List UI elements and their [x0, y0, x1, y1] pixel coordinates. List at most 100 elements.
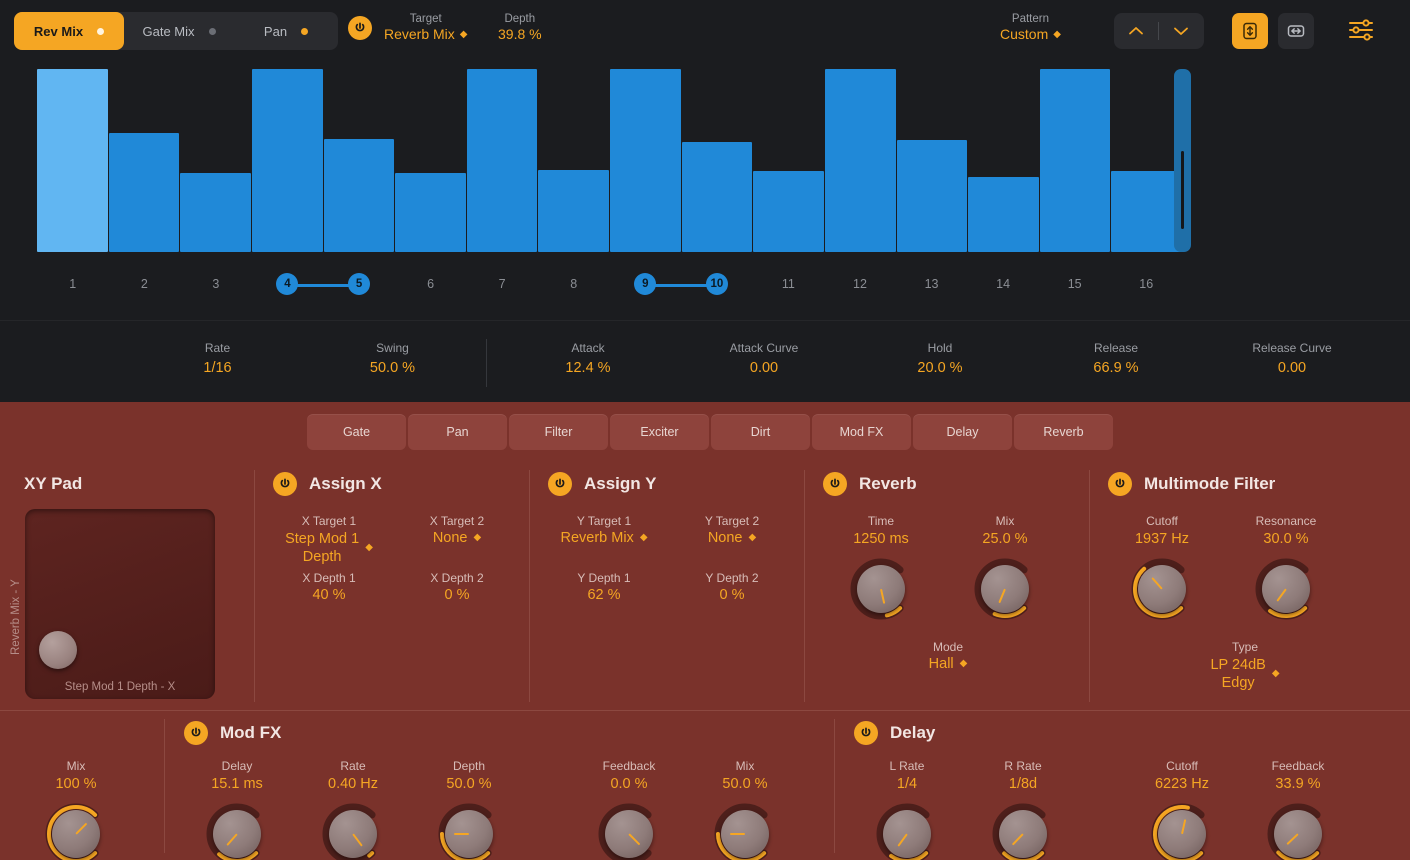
step-bar-1[interactable] [37, 69, 108, 252]
mod-fx-depth-knob[interactable] [436, 801, 502, 860]
pattern-previous-button[interactable] [1114, 13, 1158, 49]
y-depth-2-field[interactable]: Y Depth 2 0 % [672, 571, 792, 603]
step-bar-16[interactable] [1111, 171, 1182, 252]
y-target-2-selector[interactable]: Y Target 2 None ◆ [672, 514, 792, 546]
target-selector[interactable]: Target Reverb Mix ◆ [384, 12, 468, 44]
filter-type-value[interactable]: LP 24dB Edgy ◆ [1210, 656, 1279, 692]
y-target-1-selector[interactable]: Y Target 1 Reverb Mix ◆ [544, 514, 664, 546]
pattern-value[interactable]: Custom ◆ [1000, 26, 1061, 44]
step-tie-node-9[interactable]: 9 [634, 273, 657, 295]
xy-pad-handle[interactable] [39, 631, 77, 669]
reverb-mode-selector[interactable]: Mode Hall ◆ [883, 640, 1013, 672]
mod-fx-delay-knob[interactable] [204, 801, 270, 860]
step-bar-5[interactable] [323, 138, 395, 252]
step-label-14[interactable]: 14 [967, 267, 1039, 301]
fx-tabs[interactable]: Gate Pan Filter Exciter Dirt Mod FX Delay Rever… [307, 414, 1113, 450]
step-label-11[interactable]: 11 [753, 267, 825, 301]
step-bar-15[interactable] [1039, 69, 1111, 252]
y-target-1-value[interactable]: Reverb Mix ◆ [560, 530, 647, 546]
fx-tab-gate[interactable]: Gate [307, 414, 406, 450]
x-target-1-selector[interactable]: X Target 1 Step Mod 1 Depth ◆ [269, 514, 389, 566]
delay-power-icon[interactable] [854, 721, 878, 745]
sequencer-range-slider-handle[interactable] [1181, 151, 1184, 229]
param-swing[interactable]: Swing 50.0 % [305, 341, 480, 376]
sequencer-range-slider[interactable] [1174, 69, 1191, 252]
target-value[interactable]: Reverb Mix ◆ [384, 26, 468, 44]
step-bar-4[interactable] [251, 69, 323, 252]
target-power-icon[interactable] [348, 15, 372, 40]
param-release-curve[interactable]: Release Curve 0.00 [1204, 341, 1380, 376]
pattern-selector[interactable]: Pattern Custom ◆ [1000, 12, 1061, 44]
resize-vertical-button[interactable] [1232, 13, 1268, 49]
y-target-2-value[interactable]: None ◆ [708, 530, 756, 546]
mod-fx-mix-knob[interactable] [712, 801, 778, 860]
step-tie-node-4[interactable]: 4 [276, 273, 299, 295]
delay-r-rate-knob[interactable] [990, 801, 1056, 860]
step-bar-2[interactable] [108, 133, 180, 252]
assign-x-power-icon[interactable] [273, 472, 297, 496]
param-attack[interactable]: Attack 12.4 % [500, 341, 676, 376]
step-bar-14[interactable] [968, 176, 1039, 252]
fx-tab-exciter[interactable]: Exciter [610, 414, 709, 450]
settings-button[interactable] [1346, 17, 1376, 48]
step-label-6[interactable]: 6 [395, 267, 467, 301]
segment-gate-mix[interactable]: Gate Mix [124, 12, 234, 50]
delay-feedback-knob[interactable] [1265, 801, 1331, 860]
y-depth-1-field[interactable]: Y Depth 1 62 % [544, 571, 664, 603]
step-label-1[interactable]: 1 [37, 267, 109, 301]
step-label-16[interactable]: 16 [1110, 267, 1182, 301]
resize-horizontal-button[interactable] [1278, 13, 1314, 49]
pattern-next-button[interactable] [1159, 13, 1203, 49]
param-rate[interactable]: Rate 1/16 [130, 341, 305, 376]
step-tie-node-5[interactable]: 5 [348, 273, 371, 295]
step-label-8[interactable]: 8 [538, 267, 610, 301]
segment-rev-mix[interactable]: Rev Mix [14, 12, 124, 50]
segment-pan[interactable]: Pan [234, 12, 338, 50]
x-depth-1-field[interactable]: X Depth 1 40 % [269, 571, 389, 603]
step-label-13[interactable]: 13 [896, 267, 968, 301]
x-depth-2-field[interactable]: X Depth 2 0 % [397, 571, 517, 603]
step-bar-11[interactable] [753, 171, 824, 252]
step-label-9[interactable]: 9 [610, 267, 717, 301]
fx-tab-filter[interactable]: Filter [509, 414, 608, 450]
fx-tab-pan[interactable]: Pan [408, 414, 507, 450]
delay-l-rate-knob[interactable] [874, 801, 940, 860]
step-bar-13[interactable] [896, 140, 968, 252]
param-attack-curve[interactable]: Attack Curve 0.00 [676, 341, 852, 376]
mod-target-segmented-control[interactable]: Rev Mix Gate Mix Pan [14, 12, 338, 50]
reverb-mode-value[interactable]: Hall ◆ [929, 656, 968, 672]
reverb-time-knob[interactable] [848, 556, 914, 622]
step-bar-8[interactable] [538, 169, 609, 252]
fx-tab-reverb[interactable]: Reverb [1014, 414, 1113, 450]
step-bar-7[interactable] [466, 69, 538, 252]
step-bar-10[interactable] [681, 142, 753, 252]
assign-y-power-icon[interactable] [548, 472, 572, 496]
depth-field[interactable]: Depth 39.8 % [498, 12, 542, 44]
step-bar-6[interactable] [395, 173, 466, 252]
step-bar-9[interactable] [610, 69, 681, 252]
x-target-2-value[interactable]: None ◆ [433, 530, 481, 546]
xy-pad[interactable]: Reverb Mix - Y Step Mod 1 Depth - X [10, 509, 215, 699]
fx-tab-mod-fx[interactable]: Mod FX [812, 414, 911, 450]
filter-mix-knob[interactable] [43, 801, 109, 860]
step-label-15[interactable]: 15 [1039, 267, 1111, 301]
filter-resonance-knob[interactable] [1253, 556, 1319, 622]
fx-tab-dirt[interactable]: Dirt [711, 414, 810, 450]
filter-cutoff-knob[interactable] [1129, 556, 1195, 622]
delay-cutoff-knob[interactable] [1149, 801, 1215, 860]
step-bar-12[interactable] [824, 69, 896, 252]
filter-type-selector[interactable]: Type LP 24dB Edgy ◆ [1175, 640, 1315, 692]
step-label-3[interactable]: 3 [180, 267, 252, 301]
mod-fx-rate-knob[interactable] [320, 801, 386, 860]
step-label-2[interactable]: 2 [109, 267, 181, 301]
multimode-filter-power-icon[interactable] [1108, 472, 1132, 496]
step-bars-container[interactable] [37, 69, 1182, 252]
param-release[interactable]: Release 66.9 % [1028, 341, 1204, 376]
reverb-mix-knob[interactable] [972, 556, 1038, 622]
step-tie-node-10[interactable]: 10 [705, 273, 728, 295]
mod-fx-feedback-knob[interactable] [596, 801, 662, 860]
step-label-12[interactable]: 12 [824, 267, 896, 301]
step-bar-3[interactable] [180, 173, 251, 252]
fx-tab-delay[interactable]: Delay [913, 414, 1012, 450]
x-target-2-selector[interactable]: X Target 2 None ◆ [397, 514, 517, 546]
